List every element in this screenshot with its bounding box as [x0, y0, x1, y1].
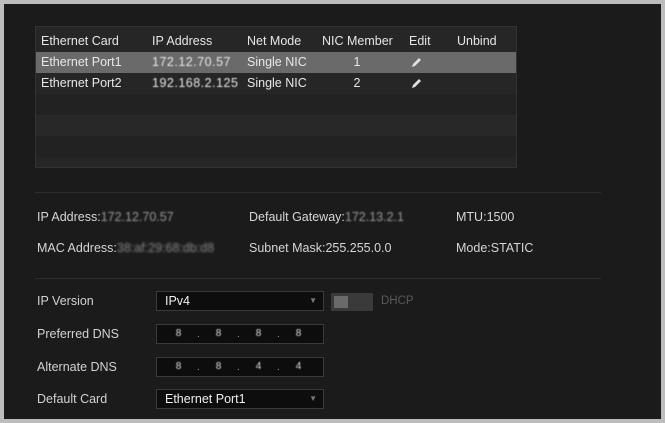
default-gateway-value: 172.13.2.1: [344, 210, 404, 224]
mac-address-value: 38:af:29:68:db:d8: [116, 241, 215, 255]
dns-dot: .: [277, 362, 280, 373]
table-row-empty: [36, 115, 516, 136]
mode-value: STATIC: [490, 241, 534, 255]
chevron-down-icon: ▼: [309, 296, 317, 305]
default-gateway-info: Default Gateway:172.13.2.1: [249, 210, 404, 224]
dns-segment: 8: [255, 328, 263, 339]
divider: [35, 278, 601, 279]
ip-address-value: 172.12.70.57: [100, 210, 174, 224]
chevron-down-icon: ▼: [309, 394, 317, 403]
nic-table: Ethernet Card IP Address Net Mode NIC Me…: [35, 26, 517, 168]
dns-segment: 8: [175, 361, 183, 372]
table-row-empty: [36, 136, 516, 157]
dns-segment: 4: [255, 361, 263, 372]
header-ip-address: IP Address: [152, 34, 213, 48]
table-row-empty: [36, 94, 516, 115]
dns-dot: .: [197, 329, 200, 340]
header-ethernet-card: Ethernet Card: [41, 34, 119, 48]
mode-info: Mode:STATIC: [456, 241, 533, 255]
dhcp-toggle[interactable]: [331, 293, 373, 311]
header-edit: Edit: [409, 34, 431, 48]
subnet-mask-value: 255.255.0.0: [325, 241, 392, 255]
edit-icon[interactable]: [409, 52, 423, 73]
dns-segment: 4: [295, 361, 303, 372]
alternate-dns-label: Alternate DNS: [37, 360, 117, 374]
edit-icon[interactable]: [409, 73, 423, 94]
preferred-dns-input[interactable]: 8 . 8 . 8 . 8: [156, 324, 324, 344]
mode-label: Mode:: [456, 241, 491, 255]
alternate-dns-input[interactable]: 8 . 8 . 4 . 4: [156, 357, 324, 377]
ip-address-label: IP Address:: [37, 210, 101, 224]
ip-version-label: IP Version: [37, 294, 94, 308]
mtu-value: 1500: [486, 210, 515, 224]
row-net-mode: Single NIC: [247, 76, 307, 90]
default-card-select[interactable]: Ethernet Port1 ▼: [156, 389, 324, 409]
row-card-name: Ethernet Port1: [41, 55, 122, 69]
preferred-dns-label: Preferred DNS: [37, 327, 119, 341]
row-card-name: Ethernet Port2: [41, 76, 122, 90]
mac-address-info: MAC Address:38:af:29:68:db:d8: [37, 241, 214, 255]
subnet-mask-label: Subnet Mask:: [249, 241, 326, 255]
default-gateway-label: Default Gateway:: [249, 210, 345, 224]
nic-table-header: Ethernet Card IP Address Net Mode NIC Me…: [36, 31, 516, 52]
dns-segment: 8: [215, 361, 223, 372]
default-card-label: Default Card: [37, 392, 108, 406]
toggle-knob: [334, 296, 348, 308]
dns-dot: .: [277, 329, 280, 340]
dns-dot: .: [237, 329, 240, 340]
dns-segment: 8: [215, 328, 223, 339]
dns-dot: .: [237, 362, 240, 373]
row-net-mode: Single NIC: [247, 55, 307, 69]
table-row[interactable]: Ethernet Port1 172.12.70.57 Single NIC 1: [36, 52, 516, 73]
header-nic-member: NIC Member: [322, 34, 393, 48]
network-settings-panel: Ethernet Card IP Address Net Mode NIC Me…: [4, 4, 661, 419]
dns-dot: .: [197, 362, 200, 373]
row-ip-address: 192.168.2.125: [152, 76, 239, 90]
dns-segment: 8: [175, 328, 183, 339]
default-card-value: Ethernet Port1: [165, 392, 246, 406]
row-ip-address: 172.12.70.57: [152, 55, 231, 69]
row-nic-member: 2: [353, 76, 361, 90]
table-row[interactable]: Ethernet Port2 192.168.2.125 Single NIC …: [36, 73, 516, 94]
ip-address-info: IP Address:172.12.70.57: [37, 210, 174, 224]
header-unbind: Unbind: [457, 34, 497, 48]
dns-segment: 8: [295, 328, 303, 339]
ip-version-value: IPv4: [165, 294, 191, 308]
divider: [35, 192, 601, 193]
mac-address-label: MAC Address:: [37, 241, 117, 255]
row-nic-member: 1: [353, 55, 361, 69]
mtu-info: MTU:1500: [456, 210, 514, 224]
subnet-mask-info: Subnet Mask:255.255.0.0: [249, 241, 391, 255]
mtu-label: MTU:: [456, 210, 487, 224]
dhcp-label: DHCP: [381, 295, 414, 307]
ip-version-select[interactable]: IPv4 ▼: [156, 291, 324, 311]
header-net-mode: Net Mode: [247, 34, 302, 48]
